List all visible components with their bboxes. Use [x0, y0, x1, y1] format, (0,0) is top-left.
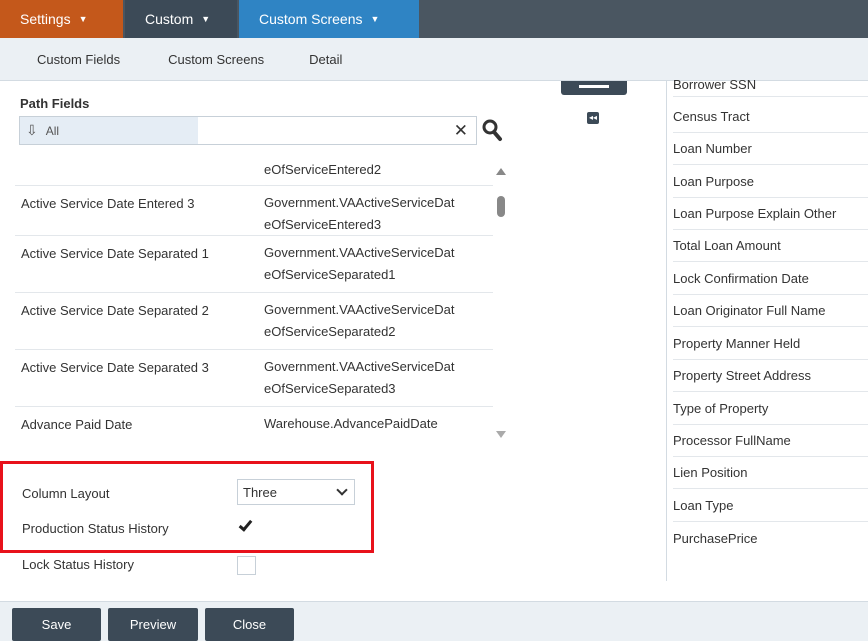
- tab-custom[interactable]: Custom ▼: [125, 0, 237, 38]
- field-path-cont: eOfServiceEntered3: [264, 217, 382, 232]
- list-item[interactable]: Loan Number: [673, 133, 868, 165]
- tab-settings[interactable]: Settings ▼: [0, 0, 123, 38]
- top-nav: Settings ▼ Custom ▼ Custom Screens ▼: [0, 0, 868, 38]
- list-item[interactable]: PurchasePrice: [673, 522, 868, 554]
- table-row[interactable]: Advance Paid Date Warehouse.AdvancePaidD…: [15, 407, 493, 445]
- list-item[interactable]: Lock Confirmation Date: [673, 263, 868, 295]
- path-fields-list: eOfServiceEntered2 Active Service Date E…: [15, 155, 510, 445]
- caret-down-icon: ▼: [370, 14, 380, 24]
- tab-settings-label: Settings: [20, 11, 71, 27]
- tab-custom-label: Custom: [145, 11, 194, 27]
- field-path: eOfServiceEntered2: [264, 162, 382, 177]
- list-item[interactable]: Lien Position: [673, 457, 868, 489]
- list-item[interactable]: Property Manner Held: [673, 328, 868, 360]
- list-item[interactable]: Type of Property: [673, 393, 868, 425]
- filter-value: All: [45, 123, 60, 138]
- highlight-box: [0, 461, 374, 553]
- subnav-custom-fields[interactable]: Custom Fields: [37, 52, 120, 67]
- lock-status-checkbox[interactable]: [237, 556, 256, 575]
- collapse-icon[interactable]: ◂◂: [587, 112, 599, 124]
- field-path-cont: eOfServiceSeparated2: [264, 324, 396, 339]
- table-row[interactable]: Active Service Date Separated 1 Governme…: [15, 236, 493, 293]
- close-button[interactable]: Close: [205, 608, 294, 641]
- table-row[interactable]: Active Service Date Separated 2 Governme…: [15, 293, 493, 350]
- selected-fields-panel: Borrower SSN Census Tract Loan Number Lo…: [666, 77, 868, 581]
- list-item[interactable]: Loan Type: [673, 490, 868, 522]
- lock-status-label: Lock Status History: [22, 557, 134, 572]
- filter-chip[interactable]: ⇩ All: [20, 117, 198, 144]
- tab-custom-screens[interactable]: Custom Screens ▼: [239, 0, 419, 38]
- move-left-button[interactable]: [561, 81, 627, 95]
- clear-icon[interactable]: ✕: [454, 121, 468, 141]
- tab-custom-screens-label: Custom Screens: [259, 11, 363, 27]
- list-item[interactable]: Total Loan Amount: [673, 230, 868, 262]
- search-icon[interactable]: [481, 118, 503, 142]
- scrollbar-thumb[interactable]: [497, 196, 505, 217]
- preview-button[interactable]: Preview: [108, 608, 198, 641]
- list-item[interactable]: Loan Originator Full Name: [673, 295, 868, 327]
- field-path-cont: eOfServiceSeparated1: [264, 267, 396, 282]
- table-row[interactable]: Active Service Date Separated 3 Governme…: [15, 350, 493, 407]
- table-row[interactable]: Active Service Date Entered 3 Government…: [15, 186, 493, 236]
- field-path: Government.VAActiveServiceDat: [264, 245, 455, 260]
- filter-icon: ⇩: [26, 122, 38, 138]
- subnav-detail[interactable]: Detail: [309, 52, 342, 67]
- list-item[interactable]: Loan Purpose Explain Other: [673, 198, 868, 230]
- caret-down-icon: ▼: [78, 14, 88, 24]
- subnav-custom-screens[interactable]: Custom Screens: [168, 52, 264, 67]
- field-path: Government.VAActiveServiceDat: [264, 302, 455, 317]
- field-name: Active Service Date Separated 2: [21, 303, 209, 318]
- list-item[interactable]: Borrower SSN: [673, 73, 868, 97]
- field-path: Warehouse.AdvancePaidDate: [264, 416, 438, 431]
- field-path-cont: eOfServiceSeparated3: [264, 381, 396, 396]
- list-item[interactable]: Loan Purpose: [673, 166, 868, 198]
- scroll-up-arrow[interactable]: [496, 168, 506, 175]
- field-name: Advance Paid Date: [21, 417, 133, 432]
- list-item[interactable]: Census Tract: [673, 101, 868, 133]
- list-item[interactable]: Property Street Address: [673, 360, 868, 392]
- field-name: Active Service Date Separated 1: [21, 246, 209, 261]
- caret-down-icon: ▼: [201, 14, 211, 24]
- field-path: Government.VAActiveServiceDat: [264, 359, 455, 374]
- list-item[interactable]: Processor FullName: [673, 425, 868, 457]
- field-name: Active Service Date Entered 3: [21, 196, 195, 211]
- field-name: Active Service Date Separated 3: [21, 360, 209, 375]
- scroll-down-arrow[interactable]: [496, 431, 506, 438]
- path-fields-label: Path Fields: [20, 96, 90, 111]
- path-fields-search-input[interactable]: ⇩ All ✕: [19, 116, 477, 145]
- field-path: Government.VAActiveServiceDat: [264, 195, 455, 210]
- table-row[interactable]: eOfServiceEntered2: [15, 155, 493, 186]
- save-button[interactable]: Save: [12, 608, 101, 641]
